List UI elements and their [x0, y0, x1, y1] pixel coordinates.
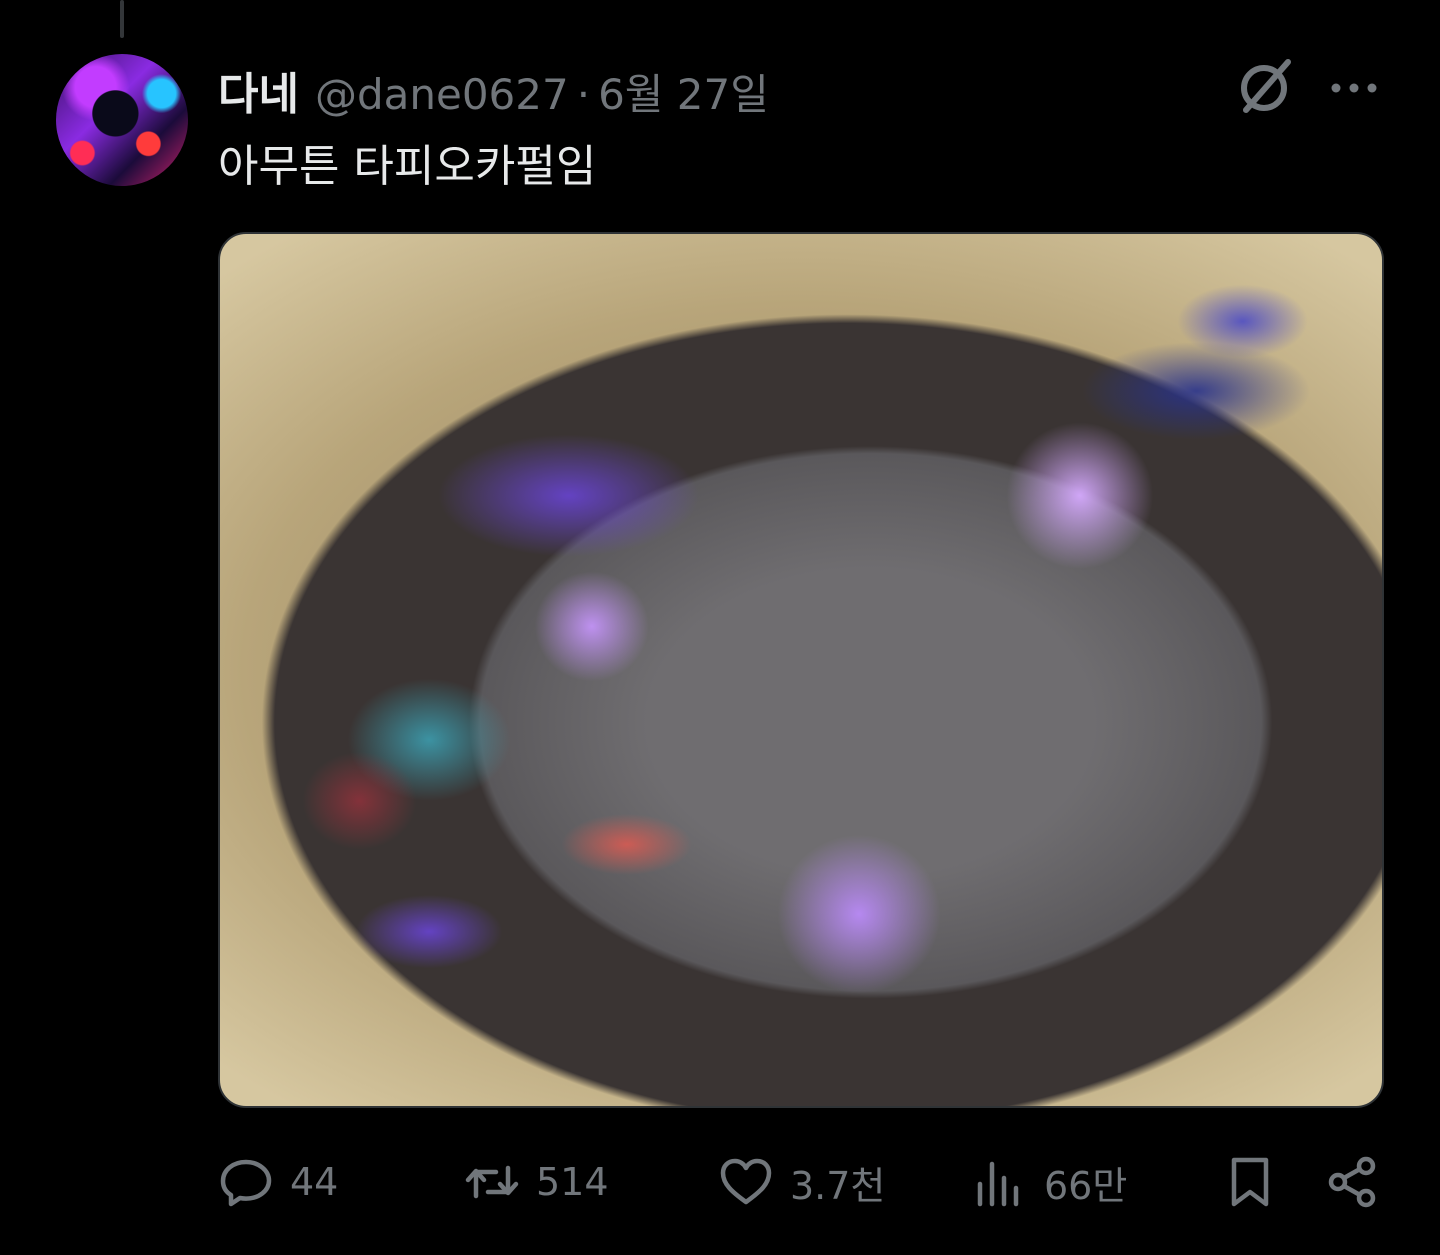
share-button[interactable] — [1324, 1150, 1380, 1214]
tweet[interactable]: 다네 @dane0627 · 6월 27일 아무튼 타피오카펄임 44 514 … — [0, 0, 1440, 1255]
retweet-icon — [465, 1165, 519, 1199]
tweet-text: 아무튼 타피오카펄임 — [218, 141, 597, 192]
views-button[interactable]: 66만 — [972, 1150, 1127, 1214]
like-button[interactable]: 3.7천 — [718, 1150, 885, 1214]
heart-icon — [720, 1158, 772, 1205]
like-count: 3.7천 — [790, 1163, 886, 1208]
more-icon[interactable] — [1324, 58, 1384, 118]
views-count: 66만 — [1044, 1163, 1128, 1208]
bookmark-button[interactable] — [1222, 1150, 1278, 1214]
retweet-count: 514 — [536, 1160, 609, 1204]
user-handle[interactable]: @dane0627 — [315, 70, 569, 119]
tweet-date[interactable]: 6월 27일 — [598, 61, 769, 122]
action-bar: 44 514 3.7천 66만 — [218, 1150, 1384, 1214]
reply-button[interactable]: 44 — [218, 1150, 338, 1214]
tweet-header: 다네 @dane0627 · 6월 27일 — [218, 58, 769, 120]
separator-dot: · — [576, 70, 591, 119]
tweet-photo[interactable] — [218, 232, 1384, 1108]
grok-icon[interactable] — [1232, 56, 1296, 120]
reply-count: 44 — [290, 1160, 339, 1204]
avatar[interactable] — [56, 54, 188, 186]
retweet-button[interactable]: 514 — [464, 1150, 609, 1214]
thread-connector-line — [120, 0, 124, 38]
reply-icon — [220, 1159, 272, 1207]
share-icon — [1328, 1156, 1376, 1208]
bookmark-icon — [1231, 1157, 1269, 1207]
views-icon — [977, 1161, 1019, 1207]
display-name[interactable]: 다네 — [218, 58, 299, 122]
